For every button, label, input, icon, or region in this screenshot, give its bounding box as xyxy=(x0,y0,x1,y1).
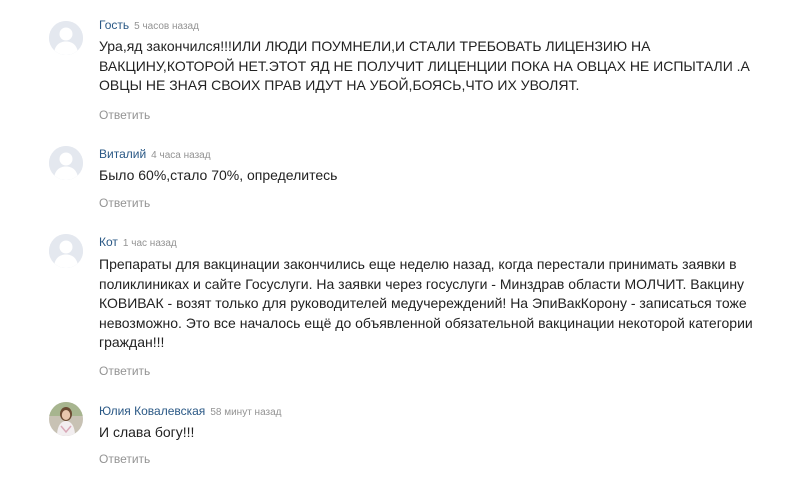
comment-time: 58 минут назад xyxy=(210,407,282,418)
comment-author[interactable]: Кот 1 час назад xyxy=(99,235,177,249)
comment-text-line: поликлиниках и сайте Госуслуги. На заявк… xyxy=(99,275,745,292)
comment-text-line: КОВИВАК - возят только для руководителей… xyxy=(99,295,747,311)
default-avatar-icon[interactable] xyxy=(49,21,83,55)
comment-text-line: Было 60%,стало 70%, определитесь xyxy=(99,167,338,183)
comment-time: 5 часов назад xyxy=(134,21,199,32)
comment-time: 1 час назад xyxy=(122,238,177,249)
author-name[interactable]: Юлия Ковалевская xyxy=(99,404,205,418)
comment-time: 4 часа назад xyxy=(151,150,211,161)
comment-text-line: невозможно. Это все началось ещё до объя… xyxy=(99,314,753,331)
comment-text: Ура,яд закончился!!!ИЛИ ЛЮДИ ПОУМНЕЛИ,И … xyxy=(99,37,759,96)
reply-button[interactable]: Ответить xyxy=(99,196,150,210)
reply-button[interactable]: Ответить xyxy=(99,364,150,378)
comment-text-line: граждан!!! xyxy=(99,334,165,350)
comment-text-line: Препараты для вакцинации закончились еще… xyxy=(99,256,737,272)
comment-author[interactable]: Виталий 4 часа назад xyxy=(99,147,211,161)
comment-author[interactable]: Юлия Ковалевская 58 минут назад xyxy=(99,404,282,418)
author-name[interactable]: Гость xyxy=(99,18,129,32)
comment-text-line: ВАКЦИНУ,КОТОРОЙ НЕТ.ЭТОТ ЯД НЕ ПОЛУЧИТ Л… xyxy=(99,57,750,74)
default-avatar-icon[interactable] xyxy=(49,146,83,180)
comment-text: Было 60%,стало 70%, определитесь xyxy=(99,166,759,186)
photo-avatar[interactable] xyxy=(49,402,83,436)
comment-text: Препараты для вакцинации закончились еще… xyxy=(99,255,759,353)
author-name[interactable]: Виталий xyxy=(99,147,146,161)
reply-button[interactable]: Ответить xyxy=(99,452,150,466)
default-avatar-icon[interactable] xyxy=(49,234,83,268)
comment-text-line: Ура,яд закончился!!!ИЛИ ЛЮДИ ПОУМНЕЛИ,И … xyxy=(99,38,651,54)
reply-button[interactable]: Ответить xyxy=(99,108,150,122)
comment-author[interactable]: Гость 5 часов назад xyxy=(99,18,199,32)
comment-text-line: ОВЦЫ НЕ ЗНАЯ СВОИХ ПРАВ ИДУТ НА УБОЙ,БОЯ… xyxy=(99,77,580,93)
comment-text: И слава богу!!! xyxy=(99,423,759,443)
author-name[interactable]: Кот xyxy=(99,235,118,249)
comment-text-line: И слава богу!!! xyxy=(99,424,195,440)
